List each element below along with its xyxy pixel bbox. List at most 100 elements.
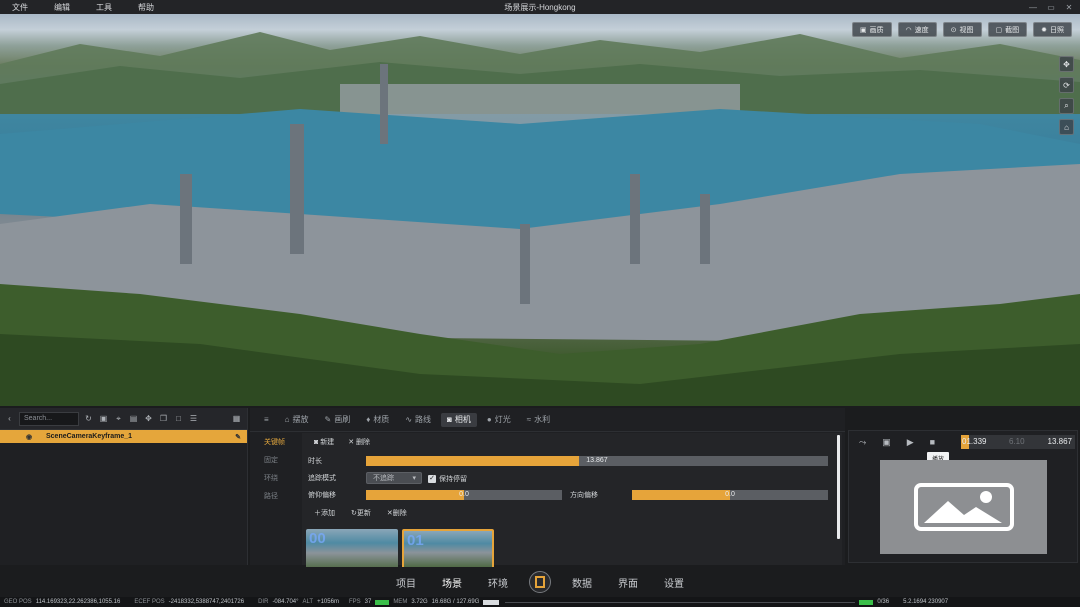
focus-icon[interactable]: ⌖ bbox=[113, 413, 124, 424]
tracking-mode-select[interactable]: 不追踪 ▾ bbox=[366, 472, 422, 484]
maximize-icon[interactable]: ▭ bbox=[1046, 3, 1056, 12]
collapse-icon[interactable]: ‹ bbox=[4, 413, 15, 424]
title-bar: 文件 编辑 工具 帮助 场景展示-Hongkong — ▭ ✕ bbox=[0, 0, 1080, 14]
geo-pos-label: GEO POS bbox=[4, 599, 32, 605]
sun-icon: ✹ bbox=[1041, 26, 1047, 34]
tab-water[interactable]: ≈ 水利 bbox=[521, 413, 556, 427]
tab-route[interactable]: ∿ 路线 bbox=[399, 413, 437, 427]
remove-keyframe-button[interactable]: ✕删除 bbox=[387, 508, 407, 518]
subnav-path[interactable]: 路径 bbox=[250, 487, 300, 505]
update-keyframe-button[interactable]: ↻更新 bbox=[351, 508, 371, 518]
speed-button[interactable]: ◠ 速度 bbox=[897, 22, 937, 37]
camera-preview bbox=[880, 460, 1047, 554]
copy-icon[interactable]: ❐ bbox=[158, 413, 169, 424]
subnav-fixed[interactable]: 固定 bbox=[250, 451, 300, 469]
duration-value: 13.867 bbox=[586, 457, 608, 464]
new-keyframe-button[interactable]: ◙ 新建 bbox=[314, 437, 334, 447]
timeline-track[interactable]: 01.339 6.10 13.867 bbox=[961, 435, 1075, 449]
subnav-orbit[interactable]: 环绕 bbox=[250, 469, 300, 487]
tab-camera[interactable]: ◙ 相机 bbox=[441, 412, 477, 427]
tree-item-label: SceneCameraKeyframe_1 bbox=[46, 433, 132, 440]
thumbnail-index: 01 bbox=[407, 532, 424, 549]
mem-label: MEM bbox=[393, 599, 408, 605]
window-controls: — ▭ ✕ bbox=[1028, 0, 1074, 14]
camera-icon: ◙ bbox=[447, 415, 452, 424]
add-keyframe-button[interactable]: ＋添加 bbox=[314, 508, 335, 518]
preview-panel: ⤳ ▣ ▶ ■ 01.339 6.10 13.867 播放 bbox=[848, 430, 1078, 563]
menu-file[interactable]: 文件 bbox=[4, 2, 36, 13]
minimize-icon[interactable]: — bbox=[1028, 3, 1038, 12]
sunlight-button[interactable]: ✹ 日照 bbox=[1033, 22, 1072, 37]
tab-material[interactable]: ♦ 材质 bbox=[360, 413, 395, 427]
menu-edit[interactable]: 编辑 bbox=[46, 2, 78, 13]
scene-viewport[interactable]: ▣ 画质 ◠ 速度 ⊙ 视图 ▢ 截图 ✹ 日照 ✥ ⟳ ⌕ ⌂ bbox=[0, 14, 1080, 406]
duration-slider[interactable]: 13.867 bbox=[366, 456, 828, 466]
nav-interface[interactable]: 界面 bbox=[618, 575, 638, 590]
tab-label: 路线 bbox=[415, 415, 432, 424]
square-icon[interactable]: □ bbox=[173, 413, 184, 424]
folder-icon[interactable]: ▤ bbox=[128, 413, 139, 424]
orbit-icon[interactable]: ⟳ bbox=[1059, 77, 1074, 93]
editor-scrollbar[interactable] bbox=[837, 435, 840, 539]
timeline-current: 01.339 bbox=[962, 437, 987, 446]
quality-button[interactable]: ▣ 画质 bbox=[851, 22, 892, 37]
outliner-toolbar: ‹ Search... ↻ ▣ ⌖ ▤ ✥ ❐ □ ☰ ▦ bbox=[0, 408, 247, 430]
tool-tabs: ≡ ⌂ 摆放 ✎ 画刷 ♦ 材质 ∿ 路线 ◙ 相机 ● 灯光 ≈ 水利 bbox=[250, 408, 845, 432]
close-icon[interactable]: ✕ bbox=[1064, 3, 1074, 12]
hold-checkbox[interactable]: ✓ 保持停留 bbox=[428, 474, 467, 484]
fps-meter bbox=[375, 599, 390, 605]
delete-keyframe-button[interactable]: ✕ 删除 bbox=[348, 437, 370, 447]
nav-project[interactable]: 项目 bbox=[396, 575, 416, 590]
keyframe-thumbnail[interactable]: 00 bbox=[306, 529, 398, 569]
nav-settings[interactable]: 设置 bbox=[664, 575, 684, 590]
tab-brush[interactable]: ✎ 画刷 bbox=[319, 413, 357, 427]
edit-icon[interactable]: ✎ bbox=[235, 433, 241, 441]
pitch-slider[interactable]: 0.0 bbox=[366, 490, 562, 500]
tab-label: 水利 bbox=[534, 415, 551, 424]
curve-icon[interactable]: ⤳ bbox=[859, 437, 866, 448]
speed-icon: ◠ bbox=[905, 26, 912, 34]
quality-label: 画质 bbox=[869, 26, 884, 34]
move-icon[interactable]: ✥ bbox=[1059, 56, 1074, 72]
tab-label: 相机 bbox=[454, 415, 471, 424]
playback-scrubber[interactable] bbox=[505, 601, 856, 603]
grid-icon[interactable]: ▦ bbox=[231, 413, 242, 424]
plus-icon: ＋ bbox=[314, 510, 321, 517]
subnav-keyframe[interactable]: 关键帧 bbox=[250, 433, 300, 451]
panel-menu-icon[interactable]: ≡ bbox=[258, 413, 275, 427]
app-logo-icon[interactable] bbox=[529, 571, 551, 593]
duration-label: 时长 bbox=[308, 458, 322, 465]
move-icon[interactable]: ✥ bbox=[143, 413, 154, 424]
timeline-end: 13.867 bbox=[1047, 437, 1072, 446]
zoom-icon[interactable]: ⌕ bbox=[1059, 98, 1074, 114]
tab-label: 材质 bbox=[373, 415, 390, 424]
refresh-icon[interactable]: ↻ bbox=[83, 413, 94, 424]
alt-label: ALT bbox=[302, 599, 314, 605]
view-label: 视图 bbox=[959, 26, 974, 34]
record-icon[interactable]: ▣ bbox=[882, 437, 891, 448]
menu-help[interactable]: 帮助 bbox=[130, 2, 162, 13]
tab-place[interactable]: ⌂ 摆放 bbox=[279, 413, 315, 427]
keyframe-thumbnail-selected[interactable]: 01 bbox=[402, 529, 494, 569]
nav-environment[interactable]: 环境 bbox=[488, 575, 508, 590]
view-button[interactable]: ⊙ 视图 bbox=[942, 22, 982, 37]
frame-icon[interactable]: ▣ bbox=[98, 413, 109, 424]
outliner-search-input[interactable]: Search... bbox=[19, 411, 79, 426]
keyframe-actions: ＋添加 ↻更新 ✕删除 bbox=[314, 507, 407, 519]
reset-icon[interactable]: ⌂ bbox=[1059, 119, 1074, 135]
play-icon[interactable]: ▶ bbox=[907, 437, 914, 448]
screenshot-button[interactable]: ▢ 截图 bbox=[987, 22, 1028, 37]
alt-value: +1056m bbox=[317, 599, 339, 605]
yaw-slider[interactable]: 0.0 bbox=[632, 490, 828, 500]
eye-icon[interactable]: ◉ bbox=[26, 433, 32, 441]
tree-item-camera-keyframe[interactable]: ◉ SceneCameraKeyframe_1 ✎ bbox=[0, 430, 247, 443]
close-icon: ✕ bbox=[348, 439, 356, 446]
nav-scene[interactable]: 场景 bbox=[442, 575, 462, 590]
stop-icon[interactable]: ■ bbox=[930, 437, 935, 447]
fps-label: FPS bbox=[348, 599, 361, 605]
list-icon[interactable]: ☰ bbox=[188, 413, 199, 424]
nav-data[interactable]: 数据 bbox=[572, 575, 592, 590]
menu-tools[interactable]: 工具 bbox=[88, 2, 120, 13]
tracking-value: 不追踪 bbox=[373, 475, 394, 482]
tab-light[interactable]: ● 灯光 bbox=[481, 413, 517, 427]
